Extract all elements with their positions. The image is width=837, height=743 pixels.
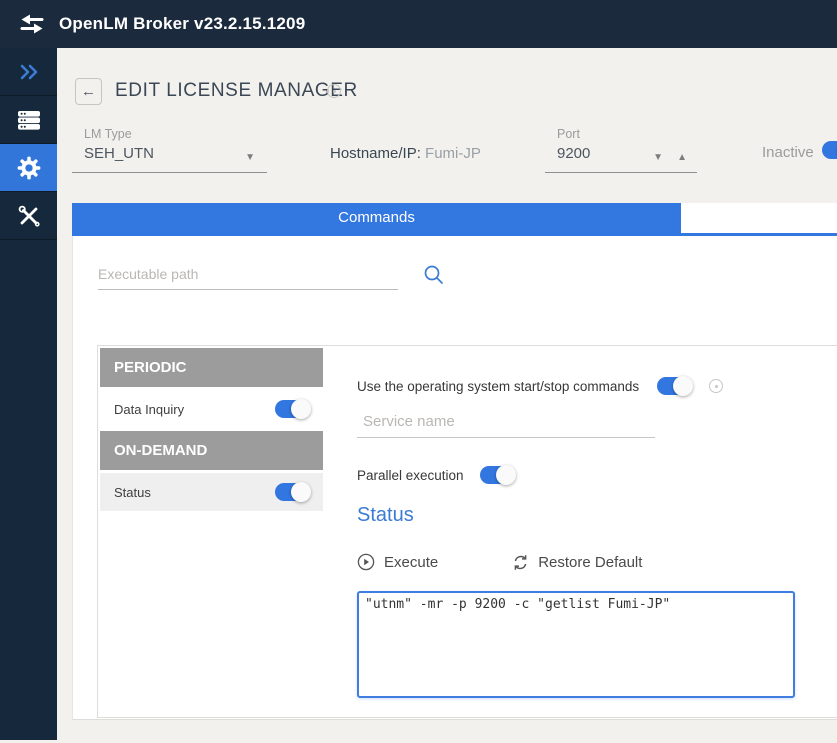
openlm-logo-icon	[18, 12, 46, 36]
servers-icon	[17, 108, 41, 132]
search-icon	[423, 264, 445, 286]
sidebar-item-tools[interactable]	[0, 192, 57, 240]
back-button[interactable]: ←	[75, 78, 102, 105]
service-name-input[interactable]	[357, 406, 655, 438]
sidebar	[0, 48, 57, 740]
group-header-periodic: PERIODIC	[100, 348, 323, 387]
parallel-execution-toggle[interactable]	[480, 466, 514, 484]
lm-type-dropdown-arrow-icon[interactable]: ▼	[245, 152, 255, 163]
os-commands-row: Use the operating system start/stop comm…	[357, 377, 723, 395]
inactive-label: Inactive	[762, 144, 814, 161]
hostname-value: Fumi-JP	[425, 145, 481, 162]
hostname-display: Hostname/IP: Fumi-JP	[330, 145, 481, 162]
restore-default-label: Restore Default	[538, 554, 642, 571]
command-text-input[interactable]: "utnm" -mr -p 9200 -c "getlist Fumi-JP"	[357, 591, 795, 698]
execute-button[interactable]: Execute	[357, 553, 438, 571]
hostname-label: Hostname/IP:	[330, 145, 421, 162]
command-row-data-inquiry[interactable]: Data Inquiry	[100, 390, 323, 428]
command-label: Status	[114, 485, 151, 500]
play-icon	[357, 553, 375, 571]
inactive-toggle[interactable]	[822, 141, 837, 159]
os-commands-toggle[interactable]	[657, 377, 691, 395]
lm-type-select[interactable]: LM Type SEH_UTN ▼	[72, 127, 267, 173]
sidebar-item-license-managers[interactable]	[0, 96, 57, 144]
title-info-icon	[327, 84, 341, 98]
parallel-execution-label: Parallel execution	[357, 468, 464, 483]
os-commands-label: Use the operating system start/stop comm…	[357, 379, 639, 394]
port-label: Port	[545, 127, 697, 141]
restore-default-button[interactable]: Restore Default	[512, 554, 642, 571]
port-stepper-down-icon[interactable]: ▼	[653, 152, 663, 163]
gear-icon	[16, 155, 42, 181]
command-row-status[interactable]: Status	[100, 473, 323, 511]
lm-type-label: LM Type	[72, 127, 267, 141]
page-title: EDIT LICENSE MANAGER	[115, 80, 358, 102]
topbar: OpenLM Broker v23.2.15.1209	[0, 0, 837, 48]
tab-strip-empty	[681, 203, 837, 233]
double-chevron-right-icon	[17, 60, 41, 84]
commands-config-box: PERIODIC Data Inquiry ON-DEMAND Status U…	[97, 345, 837, 718]
sidebar-item-settings[interactable]	[0, 144, 57, 192]
app-title: OpenLM Broker v23.2.15.1209	[59, 14, 305, 34]
refresh-icon	[512, 554, 529, 571]
commands-panel: PERIODIC Data Inquiry ON-DEMAND Status U…	[72, 236, 837, 720]
command-label: Data Inquiry	[114, 402, 184, 417]
tools-icon	[17, 204, 41, 228]
port-value: 9200	[545, 145, 697, 162]
group-header-on-demand: ON-DEMAND	[100, 431, 323, 470]
port-stepper-up-icon[interactable]: ▲	[677, 152, 687, 163]
sidebar-expand-button[interactable]	[0, 48, 57, 96]
data-inquiry-toggle[interactable]	[275, 400, 309, 418]
command-list: PERIODIC Data Inquiry ON-DEMAND Status	[100, 348, 323, 514]
status-toggle[interactable]	[275, 483, 309, 501]
parallel-execution-row: Parallel execution	[357, 466, 514, 484]
command-actions: Execute Restore Default	[357, 553, 642, 571]
status-section-title: Status	[357, 504, 414, 527]
search-button[interactable]	[423, 264, 445, 286]
execute-label: Execute	[384, 554, 438, 571]
executable-path-input[interactable]	[98, 258, 398, 290]
lm-type-value: SEH_UTN	[72, 145, 267, 162]
tab-commands[interactable]: Commands	[72, 203, 681, 233]
os-commands-info-icon	[709, 379, 723, 393]
port-field[interactable]: Port 9200 ▼ ▲	[545, 127, 697, 173]
